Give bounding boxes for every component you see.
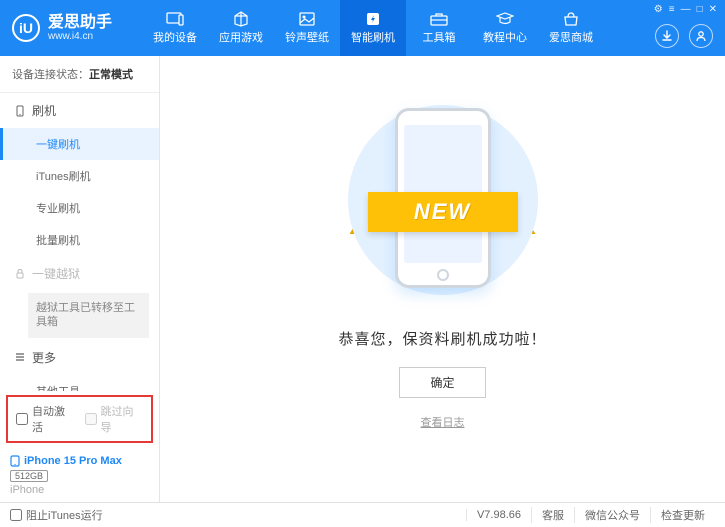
logo-icon: iU xyxy=(12,14,40,42)
app-name: 爱思助手 xyxy=(48,15,112,31)
sidebar: 设备连接状态：正常模式 刷机 一键刷机 iTunes刷机 专业刷机 批量刷机 一… xyxy=(0,56,160,502)
sidebar-jailbreak-note: 越狱工具已转移至工具箱 xyxy=(28,293,149,338)
main-panel: NEW 恭喜您，保资料刷机成功啦！ 确定 查看日志 xyxy=(160,56,725,502)
window-controls: ⚙ ≡ — □ ✕ xyxy=(654,4,717,15)
success-illustration: NEW xyxy=(368,100,518,310)
ribbon-text: NEW xyxy=(414,199,471,225)
nav-toolbox[interactable]: 工具箱 xyxy=(406,0,472,56)
checkbox-skip-guide[interactable]: 跳过向导 xyxy=(85,403,144,435)
settings-icon[interactable]: ⚙ xyxy=(654,4,663,15)
list-icon xyxy=(14,351,26,363)
main-nav: 我的设备 应用游戏 铃声壁纸 智能刷机 工具箱 教程中心 爱思商城 xyxy=(142,0,604,56)
site-url: www.i4.cn xyxy=(48,31,112,42)
sidebar-group-jailbreak: 一键越狱 xyxy=(0,256,159,291)
phone-icon xyxy=(10,455,20,467)
sidebar-item-batch-flash[interactable]: 批量刷机 xyxy=(0,224,159,256)
sidebar-item-oneclick-flash[interactable]: 一键刷机 xyxy=(0,128,159,160)
maximize-icon[interactable]: □ xyxy=(697,4,703,15)
close-icon[interactable]: ✕ xyxy=(709,4,717,15)
checkbox-block-itunes[interactable]: 阻止iTunes运行 xyxy=(10,507,103,523)
device-info[interactable]: iPhone 15 Pro Max 512GB iPhone xyxy=(0,449,159,502)
phone-icon xyxy=(14,105,26,117)
check-update-link[interactable]: 检查更新 xyxy=(650,507,715,523)
minimize-icon[interactable]: — xyxy=(681,4,691,15)
lock-icon xyxy=(14,268,26,280)
confirm-button[interactable]: 确定 xyxy=(399,367,485,398)
logo: iU 爱思助手 www.i4.cn xyxy=(12,14,142,42)
device-status: 设备连接状态：正常模式 xyxy=(0,56,159,93)
sidebar-item-other-tools[interactable]: 其他工具 xyxy=(0,375,159,391)
checkbox-auto-activate[interactable]: 自动激活 xyxy=(16,403,75,435)
download-button[interactable] xyxy=(655,24,679,48)
title-bar: iU 爱思助手 www.i4.cn 我的设备 应用游戏 铃声壁纸 智能刷机 工具… xyxy=(0,0,725,56)
customer-service-link[interactable]: 客服 xyxy=(531,507,574,523)
nav-ringtone-wallpaper[interactable]: 铃声壁纸 xyxy=(274,0,340,56)
success-message: 恭喜您，保资料刷机成功啦！ xyxy=(338,328,546,349)
nav-tutorials[interactable]: 教程中心 xyxy=(472,0,538,56)
activation-options: 自动激活 跳过向导 xyxy=(6,395,153,443)
nav-apps-games[interactable]: 应用游戏 xyxy=(208,0,274,56)
nav-my-device[interactable]: 我的设备 xyxy=(142,0,208,56)
nav-smart-flash[interactable]: 智能刷机 xyxy=(340,0,406,56)
sidebar-group-flash[interactable]: 刷机 xyxy=(0,93,159,128)
nav-store[interactable]: 爱思商城 xyxy=(538,0,604,56)
menu-icon[interactable]: ≡ xyxy=(669,4,675,15)
wechat-link[interactable]: 微信公众号 xyxy=(574,507,650,523)
device-storage: 512GB xyxy=(10,470,48,482)
sidebar-group-more[interactable]: 更多 xyxy=(0,340,159,375)
device-type: iPhone xyxy=(10,484,149,496)
status-bar: 阻止iTunes运行 V7.98.66 客服 微信公众号 检查更新 xyxy=(0,502,725,527)
sidebar-item-itunes-flash[interactable]: iTunes刷机 xyxy=(0,160,159,192)
view-log-link[interactable]: 查看日志 xyxy=(421,414,465,430)
version-label: V7.98.66 xyxy=(466,509,531,521)
user-button[interactable] xyxy=(689,24,713,48)
sidebar-item-pro-flash[interactable]: 专业刷机 xyxy=(0,192,159,224)
